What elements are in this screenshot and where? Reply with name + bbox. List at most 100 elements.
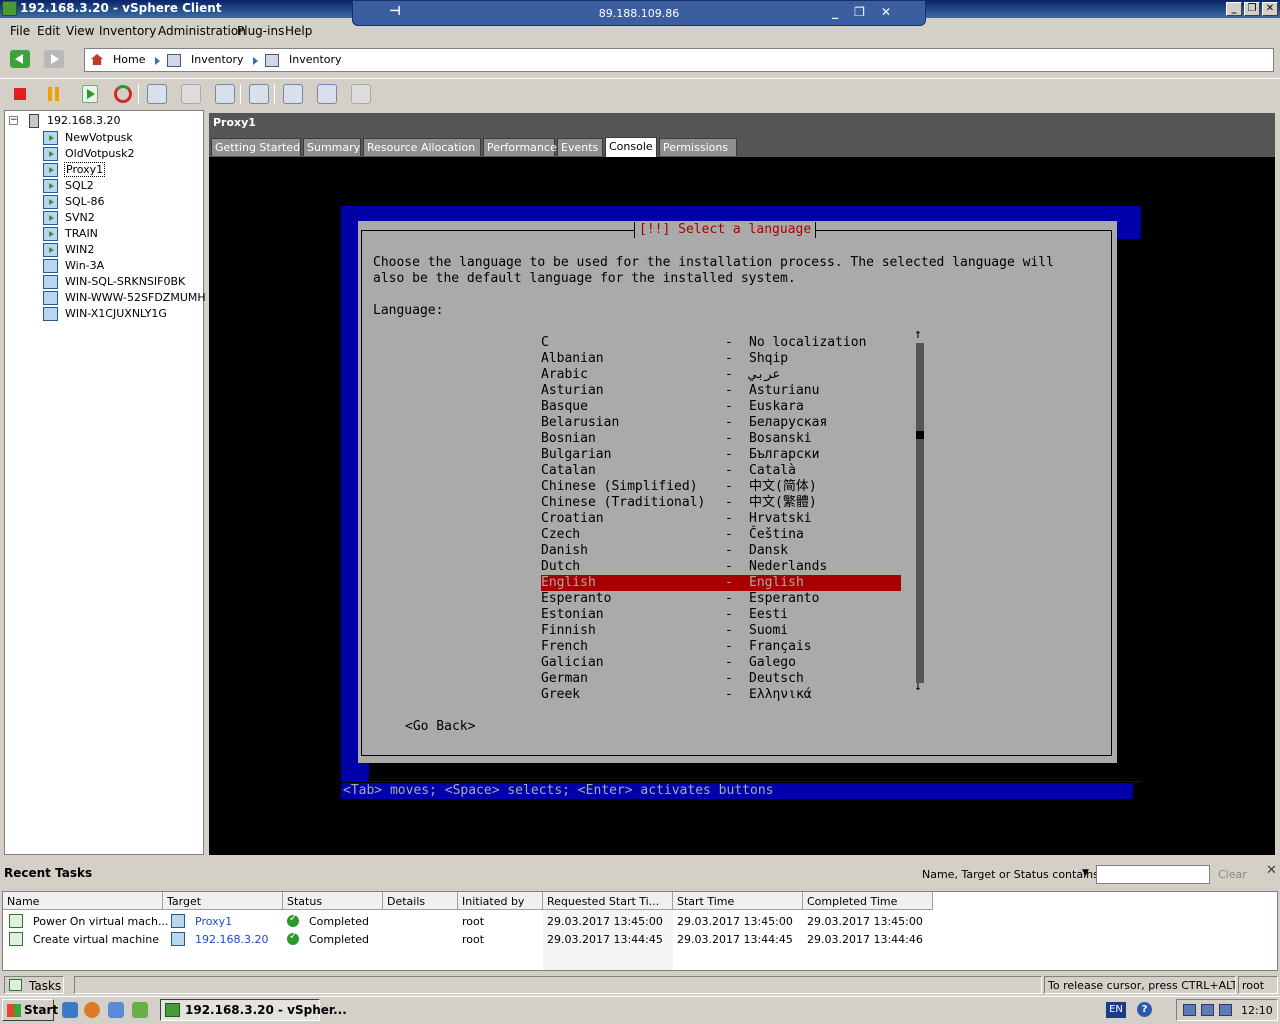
- explorer-quicklaunch-icon[interactable]: [108, 1002, 124, 1018]
- language-option[interactable]: Croatian - Hrvatski: [541, 511, 901, 527]
- rdp-close-button[interactable]: ✕: [881, 5, 891, 19]
- language-option[interactable]: Galician - Galego: [541, 655, 901, 671]
- display-icon[interactable]: [1219, 1004, 1232, 1016]
- column-header-target[interactable]: Target: [163, 892, 283, 910]
- network-icon[interactable]: [1201, 1004, 1214, 1016]
- language-option[interactable]: English - English: [541, 575, 901, 591]
- snapshot-icon[interactable]: [147, 84, 167, 104]
- tab-console[interactable]: Console: [605, 137, 657, 157]
- language-option[interactable]: Bosnian - Bosanski: [541, 431, 901, 447]
- rdp-minimize-button[interactable]: _: [832, 5, 838, 19]
- tree-vm-item[interactable]: WIN-WWW-52SFDZMUMH: [43, 290, 206, 306]
- edit-settings-icon[interactable]: [317, 84, 337, 104]
- tree-vm-item[interactable]: Proxy1: [43, 162, 203, 178]
- filter-input[interactable]: [1096, 865, 1210, 884]
- minimize-button[interactable]: _: [1226, 2, 1242, 16]
- tree-vm-item[interactable]: WIN2: [43, 242, 203, 258]
- language-option[interactable]: Danish - Dansk: [541, 543, 901, 559]
- language-scrollbar[interactable]: [916, 343, 924, 683]
- help-icon[interactable]: ?: [1137, 1002, 1152, 1017]
- power-off-icon[interactable]: [14, 88, 26, 100]
- column-header-name[interactable]: Name: [3, 892, 163, 910]
- column-header-details[interactable]: Details: [383, 892, 458, 910]
- language-option[interactable]: Bulgarian - Български: [541, 447, 901, 463]
- breadcrumb-inventory-view[interactable]: Inventory: [289, 53, 342, 66]
- taskbar-vsphere-button[interactable]: 192.168.3.20 - vSpher...: [160, 999, 347, 1021]
- menu-view[interactable]: View: [66, 24, 94, 38]
- tree-vm-item[interactable]: WIN-SQL-SRKNSIF0BK: [43, 274, 203, 290]
- column-header-status[interactable]: Status: [283, 892, 383, 910]
- menu-edit[interactable]: Edit: [37, 24, 60, 38]
- language-option[interactable]: Chinese (Simplified) - 中文(简体): [541, 479, 901, 495]
- forward-button[interactable]: [44, 50, 64, 68]
- tree-vm-item[interactable]: OldVotpusk2: [43, 146, 203, 162]
- language-option[interactable]: Albanian - Shqip: [541, 351, 901, 367]
- tree-vm-item[interactable]: TRAIN: [43, 226, 203, 242]
- tab-performance[interactable]: Performance: [483, 138, 557, 156]
- tasks-button[interactable]: Tasks: [4, 976, 64, 994]
- tools-icon[interactable]: [351, 84, 371, 104]
- breadcrumb-home[interactable]: Home: [113, 53, 145, 66]
- breadcrumb-inventory[interactable]: Inventory: [191, 53, 244, 66]
- tree-vm-item[interactable]: NewVotpusk: [43, 130, 203, 146]
- scrollbar-thumb[interactable]: [916, 431, 924, 439]
- go-back-button[interactable]: <Go Back>: [405, 719, 475, 735]
- ie-quicklaunch-icon[interactable]: [62, 1002, 78, 1018]
- close-button[interactable]: ✕: [1262, 2, 1278, 16]
- menu-help[interactable]: Help: [285, 24, 312, 38]
- tree-vm-item[interactable]: Win-3A: [43, 258, 203, 274]
- collapse-icon[interactable]: −: [9, 116, 18, 125]
- menu-plugins[interactable]: Plug-ins: [237, 24, 284, 38]
- tab-getting-started[interactable]: Getting Started: [211, 138, 301, 156]
- tree-vm-item[interactable]: SQL2: [43, 178, 203, 194]
- console-icon[interactable]: [249, 84, 269, 104]
- language-option[interactable]: Finnish - Suomi: [541, 623, 901, 639]
- column-header-start-time[interactable]: Start Time: [673, 892, 803, 910]
- language-option[interactable]: German - Deutsch: [541, 671, 901, 687]
- menu-administration[interactable]: Administration: [158, 24, 246, 38]
- tree-vm-item[interactable]: SVN2: [43, 210, 203, 226]
- column-header-requested-start[interactable]: Requested Start Ti...: [543, 892, 673, 910]
- language-option[interactable]: Chinese (Traditional) - 中文(繁體): [541, 495, 901, 511]
- task-target[interactable]: Proxy1: [195, 915, 232, 928]
- tab-summary[interactable]: Summary: [303, 138, 361, 156]
- language-option[interactable]: French - Français: [541, 639, 901, 655]
- vm-console[interactable]: [!!] Select a language Choose the langua…: [209, 157, 1275, 855]
- firefox-quicklaunch-icon[interactable]: [84, 1002, 100, 1018]
- tree-vm-item[interactable]: SQL-86: [43, 194, 203, 210]
- language-option[interactable]: Asturian - Asturianu: [541, 383, 901, 399]
- rdp-restore-button[interactable]: ❐: [854, 5, 865, 19]
- back-button[interactable]: [10, 50, 30, 68]
- filter-dropdown-icon[interactable]: ▼: [1082, 868, 1089, 878]
- language-indicator[interactable]: EN: [1106, 1002, 1126, 1018]
- power-on-icon[interactable]: [82, 85, 98, 103]
- language-option[interactable]: Belarusian - Беларуская: [541, 415, 901, 431]
- close-tasks-icon[interactable]: ✕: [1266, 863, 1277, 878]
- tab-resource-allocation[interactable]: Resource Allocation: [363, 138, 481, 156]
- language-option[interactable]: Arabic - عربي: [541, 367, 901, 383]
- tree-vm-item[interactable]: WIN-X1CJUXNLY1G: [43, 306, 203, 322]
- language-option[interactable]: Catalan - Català: [541, 463, 901, 479]
- migrate-icon[interactable]: [283, 84, 303, 104]
- language-option[interactable]: C - No localization: [541, 335, 901, 351]
- language-option[interactable]: Greek - Ελληνικά: [541, 687, 901, 703]
- column-header-initiated-by[interactable]: Initiated by: [458, 892, 543, 910]
- language-option[interactable]: Dutch - Nederlands: [541, 559, 901, 575]
- network-icon[interactable]: [1183, 1004, 1196, 1016]
- reset-icon[interactable]: [114, 85, 132, 103]
- language-option[interactable]: Czech - Čeština: [541, 527, 901, 543]
- language-option[interactable]: Basque - Euskara: [541, 399, 901, 415]
- language-option[interactable]: Estonian - Eesti: [541, 607, 901, 623]
- language-option[interactable]: Esperanto - Esperanto: [541, 591, 901, 607]
- clear-button[interactable]: Clear: [1218, 868, 1247, 881]
- revert-snapshot-icon[interactable]: [181, 84, 201, 104]
- home-icon[interactable]: [91, 54, 103, 65]
- restore-button[interactable]: ❐: [1244, 2, 1260, 16]
- tab-permissions[interactable]: Permissions: [659, 138, 737, 156]
- snapshot-manager-icon[interactable]: [215, 84, 235, 104]
- suspend-icon[interactable]: [47, 87, 61, 101]
- menu-inventory[interactable]: Inventory: [99, 24, 156, 38]
- task-target[interactable]: 192.168.3.20: [195, 933, 268, 946]
- menu-file[interactable]: File: [10, 24, 30, 38]
- tab-events[interactable]: Events: [557, 138, 603, 156]
